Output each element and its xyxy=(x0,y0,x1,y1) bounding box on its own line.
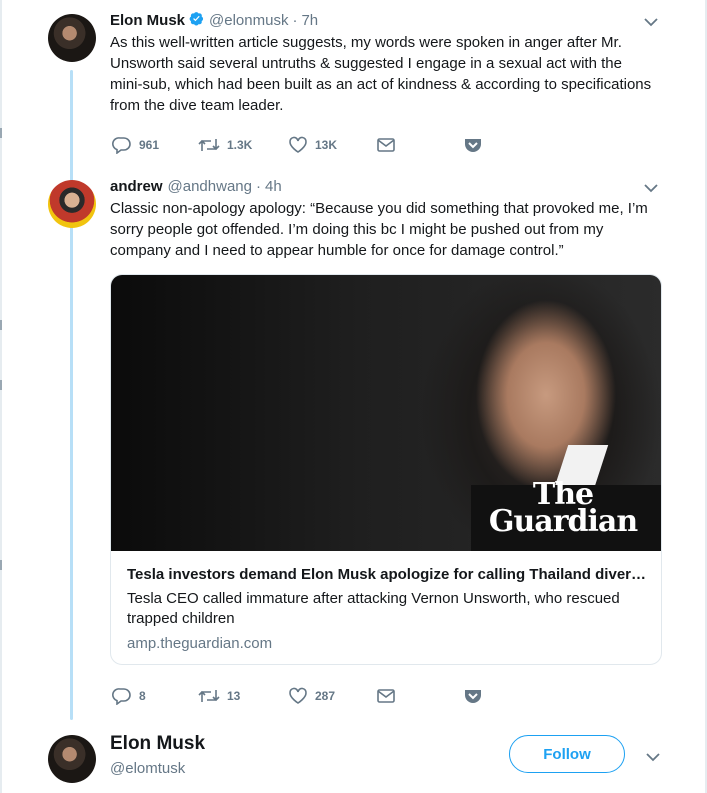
guardian-logo: The Guardian xyxy=(471,480,655,539)
chevron-down-icon[interactable] xyxy=(644,14,658,32)
card-title[interactable]: Tesla investors demand Elon Musk apologi… xyxy=(127,565,649,585)
guardian-logo-line2: Guardian xyxy=(488,504,638,539)
pocket-icon xyxy=(465,690,481,703)
like-icon xyxy=(289,687,307,704)
retweet-count: 1.3K xyxy=(227,138,253,152)
tweet-actions: 8 13 287 xyxy=(112,686,492,706)
author-handle[interactable]: @andhwang xyxy=(168,178,252,195)
pocket-icon xyxy=(465,139,481,152)
separator-dot: · xyxy=(292,11,298,29)
like-button[interactable]: 13K xyxy=(288,135,337,155)
like-button[interactable]: 287 xyxy=(288,686,335,706)
like-count: 13K xyxy=(315,138,338,152)
tweet-header: Elon Musk @elonmusk · 7h xyxy=(110,10,670,30)
left-border xyxy=(0,0,2,793)
tweet-actions: 961 1.3K 13K xyxy=(112,135,492,155)
link-card[interactable]: The Guardian Tesla investors demand Elon… xyxy=(110,274,662,665)
retweet-count: 13 xyxy=(227,689,241,703)
avatar[interactable] xyxy=(48,735,96,783)
pocket-button[interactable] xyxy=(464,686,482,706)
tweet-elonmusk[interactable]: Elon Musk @elonmusk · 7h As this well-wr… xyxy=(110,10,670,116)
retweet-icon xyxy=(198,690,220,702)
like-icon xyxy=(289,136,307,153)
direct-message-icon xyxy=(377,689,395,703)
left-border-tick xyxy=(0,380,2,390)
author-handle[interactable]: @elonmusk xyxy=(209,12,288,29)
retweet-button[interactable]: 13 xyxy=(198,686,240,706)
like-count: 287 xyxy=(315,689,336,703)
verified-badge-icon xyxy=(189,11,204,30)
direct-message-button[interactable] xyxy=(376,686,396,706)
thread-connector-line xyxy=(70,70,73,720)
reply-icon xyxy=(112,688,131,705)
avatar[interactable] xyxy=(48,14,96,62)
tweet-text: Classic non-apology apology: “Because yo… xyxy=(110,200,648,259)
reply-button[interactable]: 8 xyxy=(112,686,146,706)
reply-count: 8 xyxy=(139,689,146,703)
tweet-timestamp[interactable]: 4h xyxy=(265,178,282,195)
follow-button[interactable]: Follow xyxy=(509,735,625,773)
profile-name[interactable]: Elon Musk xyxy=(110,733,205,755)
chevron-down-icon[interactable] xyxy=(646,749,660,767)
card-description: Tesla CEO called immature after attackin… xyxy=(127,590,620,627)
left-border-tick xyxy=(0,560,2,570)
pocket-button[interactable] xyxy=(464,135,482,155)
author-name[interactable]: Elon Musk xyxy=(110,12,185,29)
retweet-button[interactable]: 1.3K xyxy=(198,135,252,155)
profile-handle[interactable]: @elomtusk xyxy=(110,760,185,777)
card-body: Tesla investors demand Elon Musk apologi… xyxy=(111,551,661,654)
reply-icon xyxy=(112,137,131,154)
separator-dot: · xyxy=(255,177,261,195)
tweet-andhwang[interactable]: andrew @andhwang · 4h Classic non-apolog… xyxy=(110,176,670,261)
tweet-text: As this well-written article suggests, m… xyxy=(110,34,652,114)
reply-button[interactable]: 961 xyxy=(112,135,159,155)
tweet-header: andrew @andhwang · 4h xyxy=(110,176,670,196)
direct-message-button[interactable] xyxy=(376,135,396,155)
direct-message-icon xyxy=(377,138,395,152)
reply-count: 961 xyxy=(139,138,160,152)
card-domain[interactable]: amp.theguardian.com xyxy=(127,634,647,654)
left-border-tick xyxy=(0,128,2,138)
author-name[interactable]: andrew xyxy=(110,178,163,195)
left-border-tick xyxy=(0,320,2,330)
tweet-timestamp[interactable]: 7h xyxy=(301,12,318,29)
avatar[interactable] xyxy=(48,180,96,228)
retweet-icon xyxy=(198,139,220,151)
chevron-down-icon[interactable] xyxy=(644,180,658,198)
